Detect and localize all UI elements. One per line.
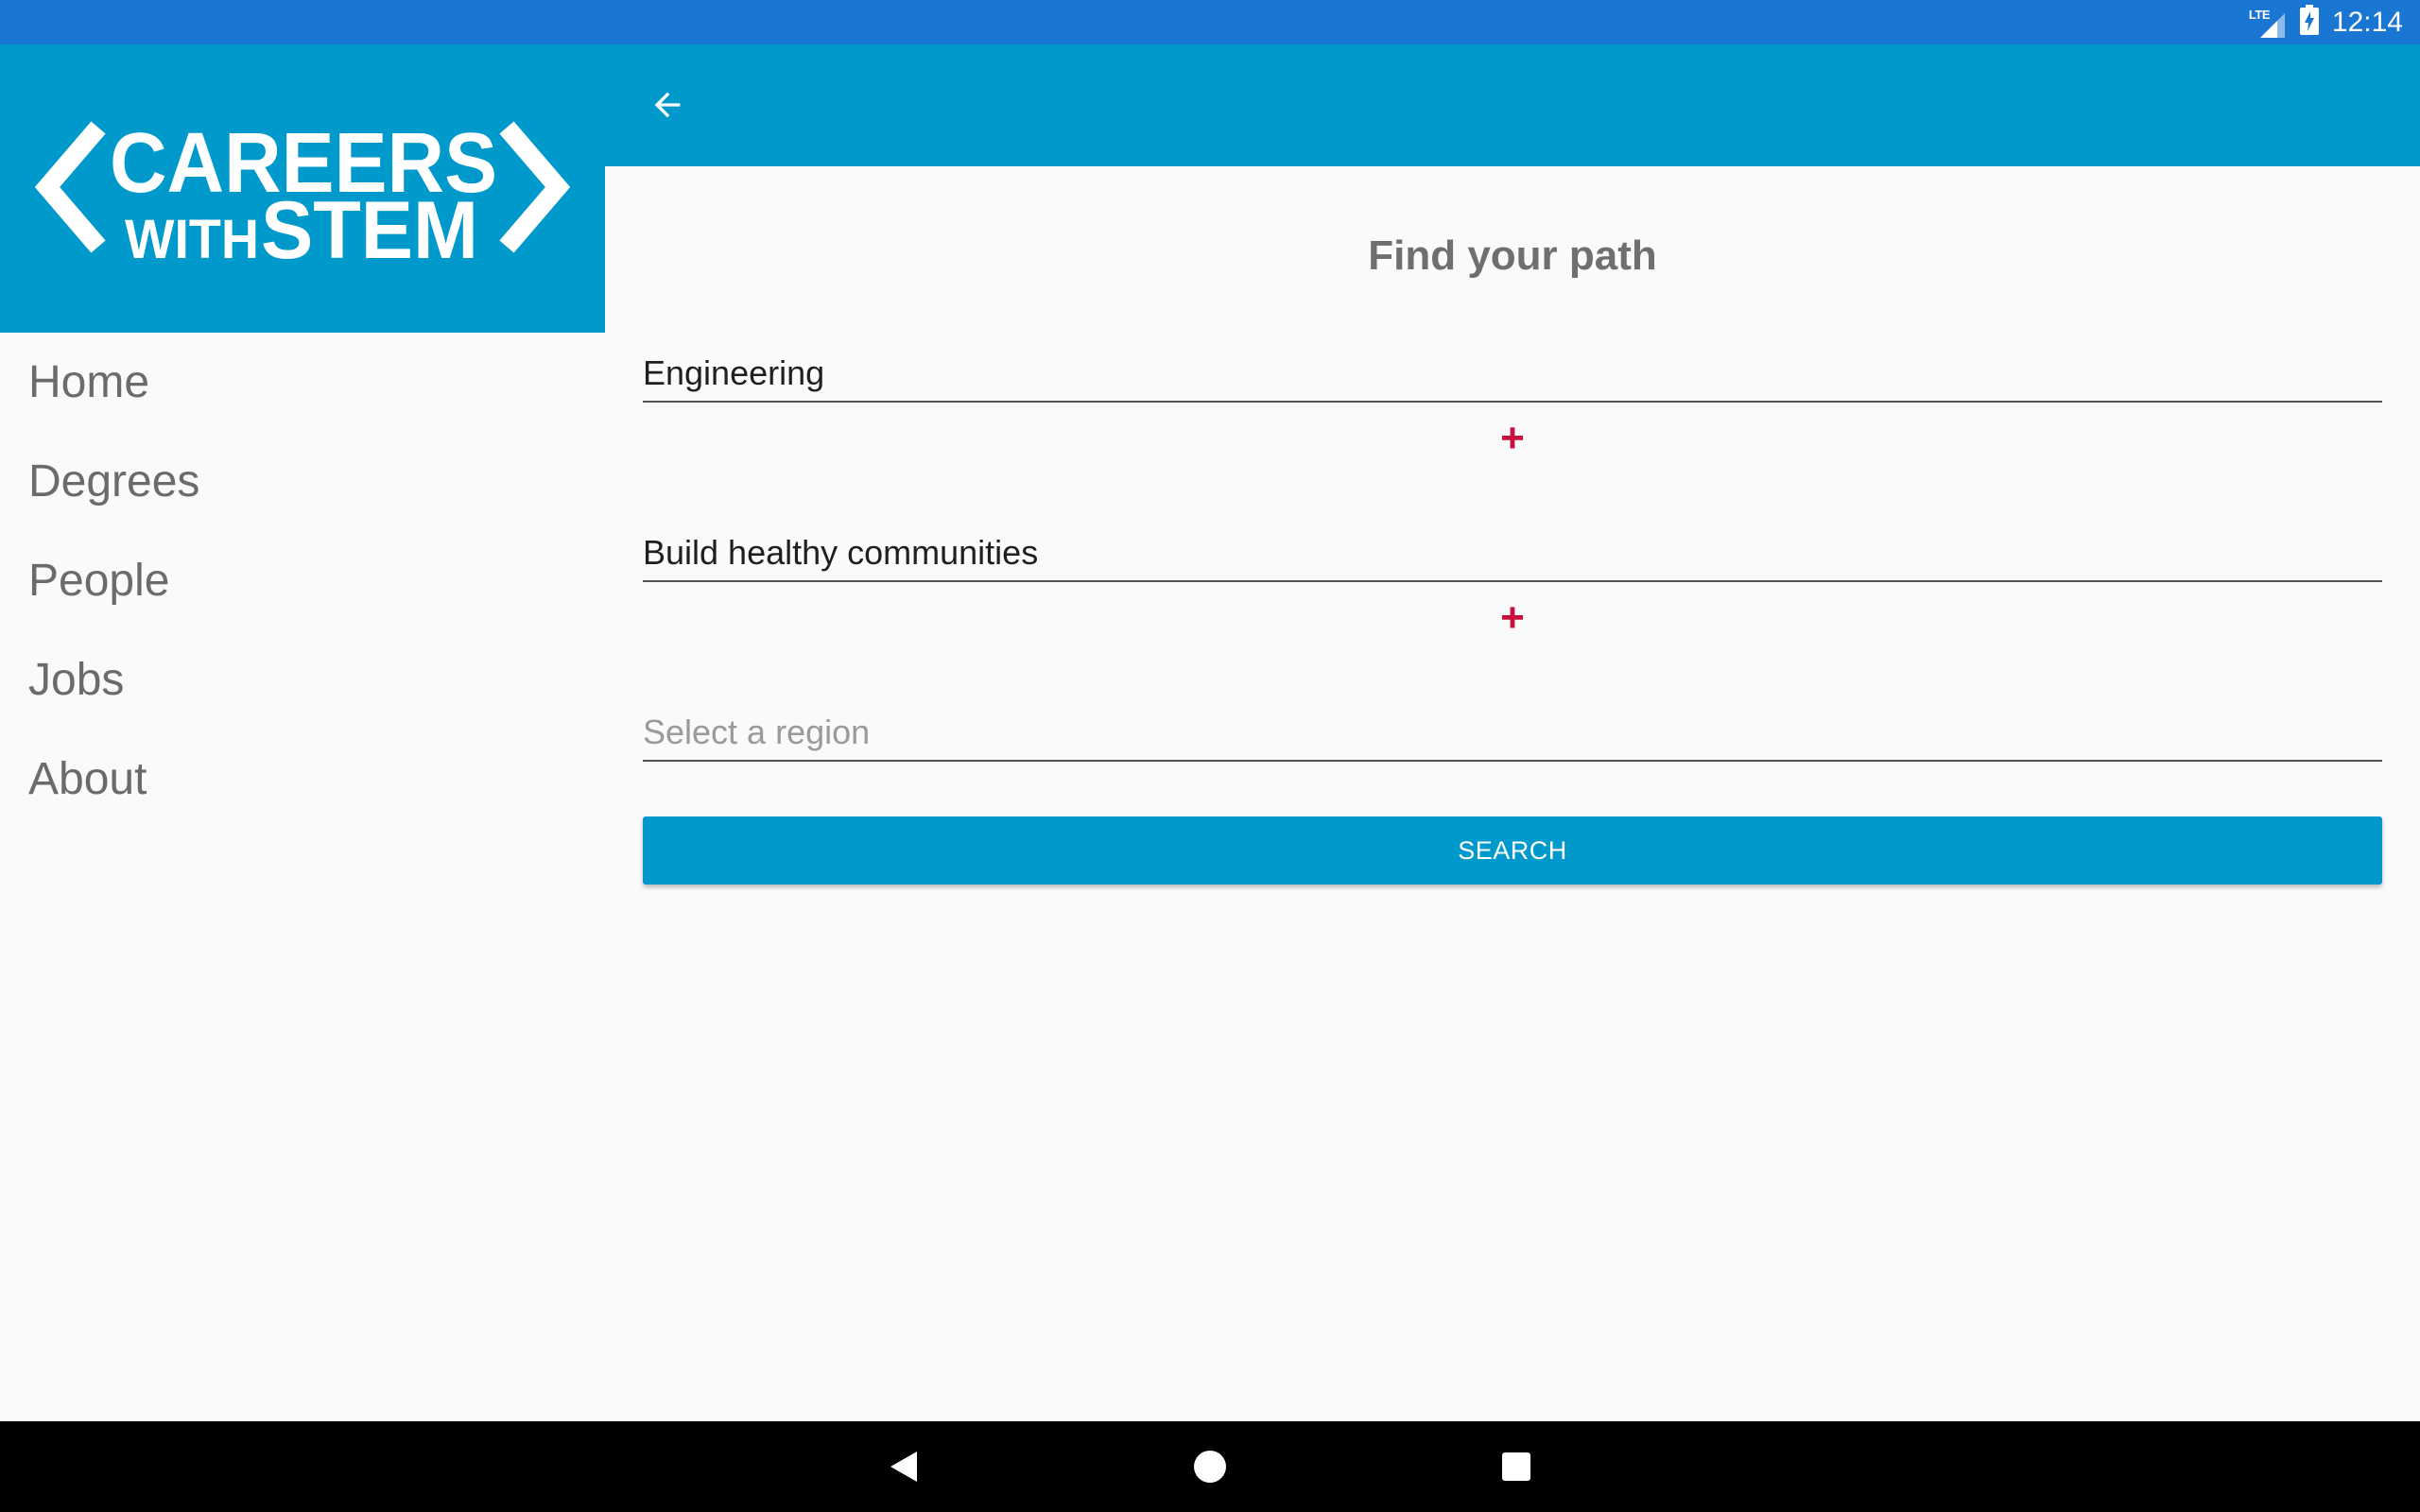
main-content: Find your path Engineering + Build healt… bbox=[605, 166, 2420, 1421]
logo-with: WITH bbox=[125, 209, 259, 270]
app-bar bbox=[605, 44, 2420, 166]
triangle-back-icon bbox=[890, 1452, 917, 1482]
search-button[interactable]: SEARCH bbox=[643, 816, 2382, 885]
nav-home-button[interactable] bbox=[1191, 1448, 1229, 1486]
drawer-item-label: People bbox=[28, 556, 170, 606]
battery-icon bbox=[2299, 5, 2319, 40]
plus-icon: + bbox=[1500, 415, 1525, 461]
drawer-item-label: About bbox=[28, 754, 147, 804]
arrow-back-icon bbox=[654, 92, 681, 118]
drawer-item-label: Jobs bbox=[28, 655, 125, 705]
drawer-item-degrees[interactable]: Degrees bbox=[0, 432, 605, 531]
drawer-menu: Home Degrees People Jobs About bbox=[0, 333, 605, 829]
drawer-item-people[interactable]: People bbox=[0, 531, 605, 630]
logo-stem: STEM bbox=[261, 185, 478, 275]
drawer-item-label: Degrees bbox=[28, 456, 200, 507]
interest-field[interactable]: Engineering bbox=[643, 342, 2382, 403]
drawer-header: CAREERS WITH STEM bbox=[0, 44, 605, 333]
back-button[interactable] bbox=[645, 82, 690, 128]
goal-field[interactable]: Build healthy communities bbox=[643, 522, 2382, 582]
status-icons: LTE 12:14 bbox=[2249, 0, 2403, 44]
drawer-item-jobs[interactable]: Jobs bbox=[0, 630, 605, 730]
system-nav-bar bbox=[0, 1421, 2420, 1512]
page-title: Find your path bbox=[1368, 232, 1657, 279]
plus-icon: + bbox=[1500, 594, 1525, 641]
drawer-item-about[interactable]: About bbox=[0, 730, 605, 829]
square-recents-icon bbox=[1502, 1452, 1530, 1481]
drawer-item-label: Home bbox=[28, 357, 150, 407]
status-bar: LTE 12:14 bbox=[0, 0, 2420, 44]
navigation-drawer: CAREERS WITH STEM Home Degrees People Jo… bbox=[0, 44, 605, 1421]
region-select[interactable]: Select a region bbox=[643, 701, 2382, 762]
nav-back-button[interactable] bbox=[885, 1448, 923, 1486]
drawer-item-home[interactable]: Home bbox=[0, 333, 605, 432]
nav-recents-button[interactable] bbox=[1497, 1448, 1535, 1486]
status-clock: 12:14 bbox=[2331, 7, 2403, 38]
circle-home-icon bbox=[1194, 1451, 1226, 1483]
signal-icon: LTE bbox=[2249, 6, 2287, 40]
careers-with-stem-logo: CAREERS WITH STEM bbox=[34, 116, 571, 275]
